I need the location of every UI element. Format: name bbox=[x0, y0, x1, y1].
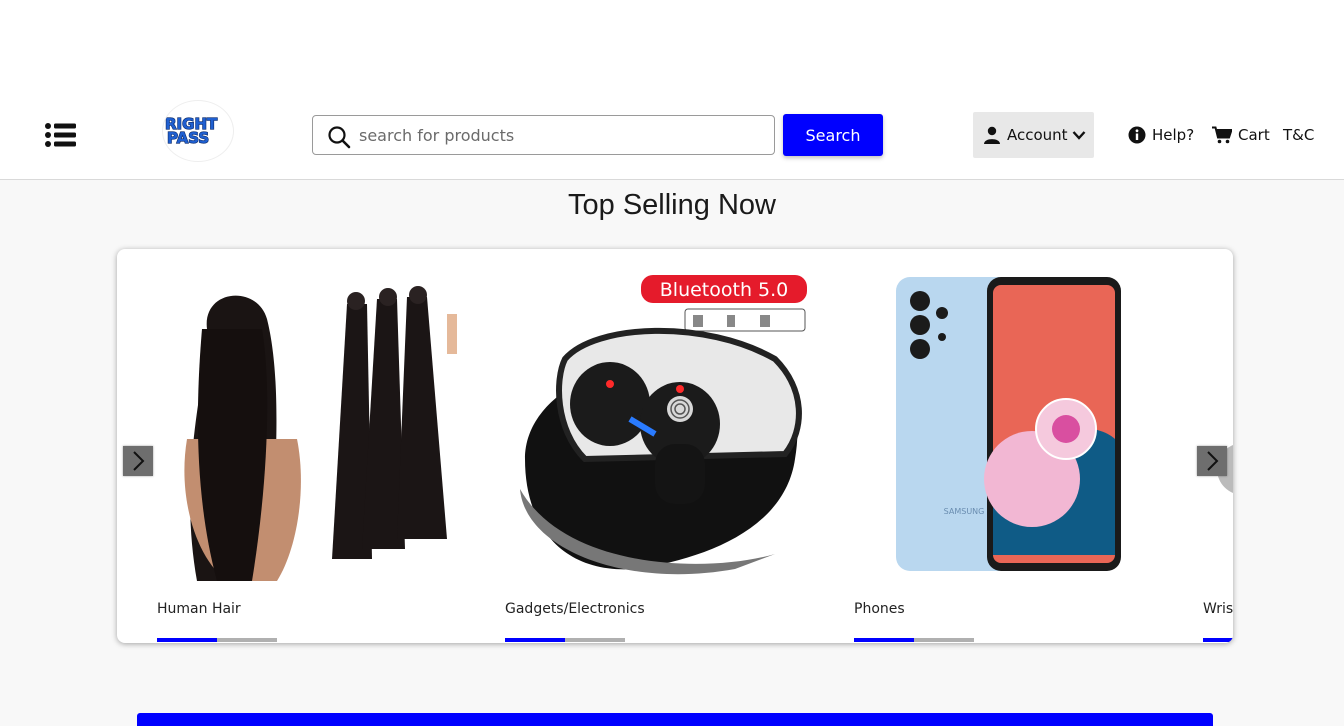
chevron-down-icon bbox=[1072, 131, 1085, 140]
top-selling-carousel: Human Hair Bluetooth 5.0 Gadgets/Electro… bbox=[117, 249, 1233, 643]
hair-bundles-image bbox=[157, 269, 467, 581]
wireless-earbuds-image: Bluetooth 5.0 bbox=[505, 269, 815, 581]
product-label: Gadgets/Electronics bbox=[505, 601, 645, 617]
section-title: Top Selling Now bbox=[568, 189, 776, 221]
terms-label: T&C bbox=[1283, 126, 1315, 144]
user-icon bbox=[984, 126, 1000, 144]
search-field[interactable] bbox=[312, 115, 775, 155]
chevron-right-icon bbox=[133, 451, 145, 471]
search-input[interactable] bbox=[359, 118, 764, 152]
progress-bar bbox=[505, 638, 625, 642]
search-icon bbox=[328, 126, 351, 149]
product-card[interactable]: SAMSUNG Phones bbox=[854, 269, 1174, 642]
top-header: RIGHT PASS Search Account Help? bbox=[0, 0, 1344, 180]
carousel-arrow-left[interactable] bbox=[123, 446, 153, 476]
cart-link[interactable]: Cart bbox=[1212, 124, 1270, 146]
bluetooth-badge: Bluetooth 5.0 bbox=[660, 279, 789, 301]
product-label: Phones bbox=[854, 601, 905, 617]
progress-fill bbox=[157, 638, 217, 642]
product-label: Human Hair bbox=[157, 601, 241, 617]
wristwatch-image bbox=[1203, 269, 1233, 581]
cart-icon bbox=[1212, 126, 1232, 144]
smartphone-image: SAMSUNG bbox=[854, 269, 1164, 581]
promo-banner bbox=[137, 713, 1213, 726]
search-button[interactable]: Search bbox=[783, 114, 883, 156]
help-label: Help? bbox=[1152, 126, 1195, 144]
progress-bar bbox=[1203, 638, 1233, 642]
info-icon bbox=[1128, 126, 1146, 144]
account-dropdown-button[interactable]: Account bbox=[973, 112, 1094, 158]
progress-bar bbox=[854, 638, 974, 642]
account-label: Account bbox=[1007, 126, 1068, 144]
progress-fill bbox=[505, 638, 565, 642]
logo-line-2: PASS bbox=[167, 129, 209, 147]
help-link[interactable]: Help? bbox=[1128, 124, 1194, 146]
terms-link[interactable]: T&C bbox=[1283, 124, 1314, 146]
progress-fill bbox=[854, 638, 914, 642]
carousel-arrow-right[interactable] bbox=[1197, 446, 1227, 476]
product-card[interactable]: Bluetooth 5.0 Gadgets/Electronics bbox=[505, 269, 825, 642]
brand-logo[interactable]: RIGHT PASS bbox=[162, 100, 234, 162]
product-card[interactable]: Human Hair bbox=[157, 269, 477, 642]
phone-brand: SAMSUNG bbox=[944, 507, 985, 516]
progress-bar bbox=[157, 638, 277, 642]
cart-label: Cart bbox=[1238, 126, 1270, 144]
product-label: Wris bbox=[1203, 601, 1233, 617]
chevron-right-icon bbox=[1207, 451, 1219, 471]
progress-fill bbox=[1203, 638, 1233, 642]
menu-list-icon[interactable] bbox=[44, 122, 78, 148]
